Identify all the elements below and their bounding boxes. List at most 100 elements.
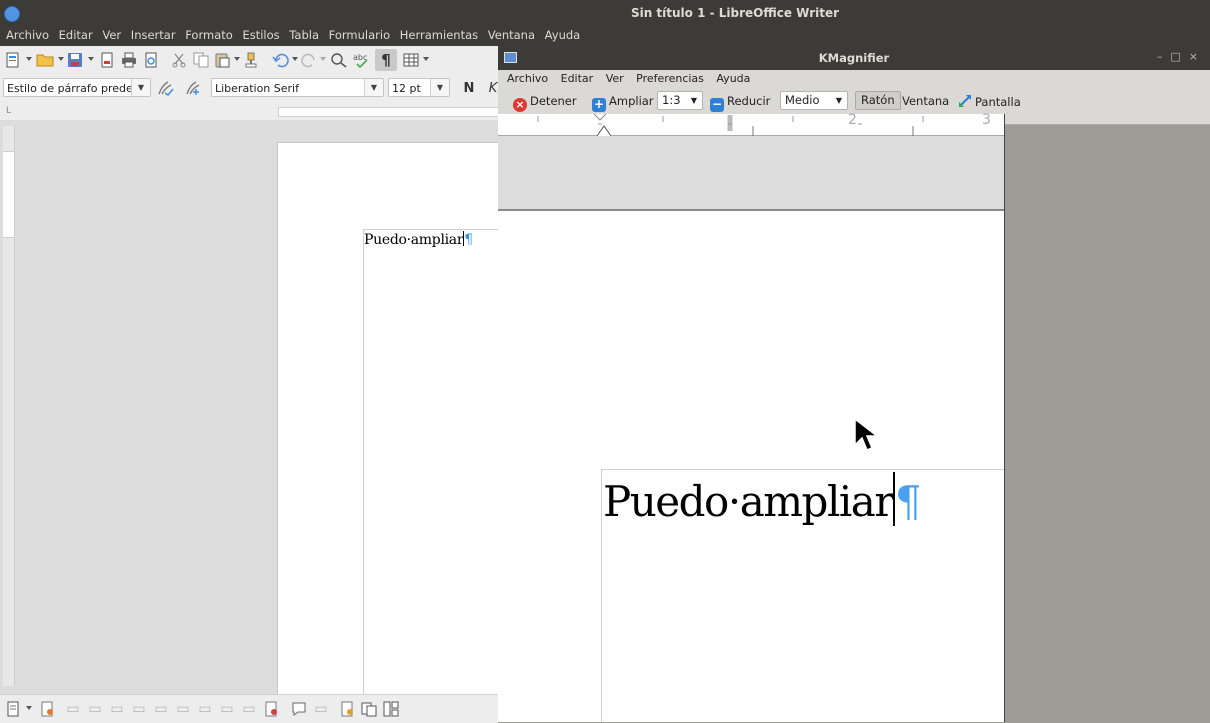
open-folder-icon[interactable] [36,51,54,69]
page-icon[interactable]: ▭ [218,700,236,718]
page-icon[interactable]: ▭ [130,700,148,718]
menu-formato[interactable]: Formato [185,27,233,44]
chevron-down-icon[interactable] [26,57,32,61]
fullscreen-arrows-icon [957,93,973,113]
export-pdf-icon[interactable] [98,51,116,69]
chevron-down-icon[interactable] [58,57,64,61]
mode-screen-button[interactable]: Pantalla [957,93,1021,113]
menu-herramientas[interactable]: Herramientas [400,27,478,44]
chevron-down-icon[interactable] [88,57,94,61]
kmag-menu-ayuda[interactable]: Ayuda [716,70,750,87]
kmag-menu-archivo[interactable]: Archivo [507,70,548,87]
insert-chart-icon[interactable] [360,700,378,718]
chevron-down-icon: ▼ [690,96,697,105]
update-style-icon[interactable] [156,79,174,97]
page-icon[interactable]: ▭ [240,700,258,718]
find-replace-icon[interactable] [330,51,348,69]
insert-frame-icon[interactable] [4,700,22,718]
undo-icon[interactable] [272,51,290,69]
refresh-speed-value: Medio [785,93,820,107]
chevron-down-icon[interactable]: ▼ [364,79,383,96]
print-preview-icon[interactable] [142,51,160,69]
paste-icon[interactable] [213,51,231,69]
menu-ayuda[interactable]: Ayuda [545,27,581,44]
document-text-content: Puedo·ampliar [364,232,464,248]
horizontal-ruler[interactable] [278,107,500,117]
formatting-marks-icon[interactable]: ¶ [375,49,397,71]
insert-page-icon[interactable] [38,700,56,718]
header-icon[interactable]: ▭ [64,700,82,718]
font-size-combo[interactable]: 12 pt ▼ [388,78,450,97]
font-name-combo[interactable]: Liberation Serif ▼ [211,78,384,97]
ruler-label-3: 3 [982,112,991,128]
stop-button[interactable]: × Detener [513,93,577,112]
page-icon[interactable]: ▭ [152,700,170,718]
new-document-icon[interactable] [4,51,22,69]
drawing-toolbar: ▭ ▭ ▭ ▭ ▭ ▭ ▭ ▭ ▭ ▭ [0,694,498,723]
spelling-icon[interactable]: abc [352,51,370,69]
tab-stop-selector[interactable]: L [6,106,11,116]
vertical-ruler[interactable] [3,126,15,686]
writer-formatting-toolbar: Estilo de párrafo predet ▼ Liberation Se… [0,74,498,102]
zoom-level-value: 1:3 [662,93,681,107]
zoom-in-button[interactable]: + Ampliar [592,93,654,112]
magnified-ruler: 2 3 [498,112,1005,137]
menu-insertar[interactable]: Insertar [131,27,176,44]
chevron-down-icon[interactable] [26,706,32,710]
document-text[interactable]: Puedo·ampliar¶ [364,231,473,248]
kmag-menu-editar[interactable]: Editar [561,70,594,87]
writer-window-title: Sin título 1 - LibreOffice Writer [630,6,840,20]
zoom-in-label: Ampliar [609,94,654,108]
paragraph-style-combo[interactable]: Estilo de párrafo predet ▼ [3,78,151,97]
page-icon[interactable]: ▭ [108,700,126,718]
track-changes-icon[interactable]: ▭ [312,700,330,718]
redo-icon[interactable] [300,51,318,69]
kmagnifier-window-title: KMagnifier [818,51,890,65]
menu-formulario[interactable]: Formulario [329,27,390,44]
menu-archivo[interactable]: Archivo [6,27,49,44]
comment-icon[interactable] [290,700,308,718]
mode-window-button[interactable]: Ventana [902,93,949,109]
copy-icon[interactable] [192,51,210,69]
print-icon[interactable] [120,51,138,69]
zoom-level-select[interactable]: 1:3 ▼ [657,91,703,110]
menu-tabla[interactable]: Tabla [289,27,319,44]
chevron-down-icon[interactable] [292,57,298,61]
zoom-out-button[interactable]: − Reducir [710,93,770,112]
chevron-down-icon[interactable] [423,57,429,61]
page-icon[interactable]: ▭ [174,700,192,718]
chevron-down-icon[interactable] [234,57,240,61]
kmagnifier-toolbar-extension [1005,114,1210,125]
minimize-icon[interactable]: – [1157,50,1171,63]
page-icon[interactable]: ▭ [196,700,214,718]
document-page[interactable] [277,142,499,704]
kmag-menu-ver[interactable]: Ver [606,70,624,87]
menu-editar[interactable]: Editar [59,27,93,44]
ruler-label-2: 2 [848,112,857,128]
clone-formatting-icon[interactable] [242,51,260,69]
refresh-speed-select[interactable]: Medio ▼ [780,91,848,110]
save-icon[interactable] [66,51,84,69]
mode-mouse-button[interactable]: Ratón [855,91,901,110]
menu-ventana[interactable]: Ventana [488,27,535,44]
new-style-icon[interactable] [184,79,202,97]
insert-image-icon[interactable] [338,700,356,718]
text-boundary [363,229,498,230]
maximize-icon[interactable]: □ [1170,50,1188,63]
insert-table-icon[interactable] [402,51,420,69]
menu-estilos[interactable]: Estilos [242,27,279,44]
kmag-menu-preferencias[interactable]: Preferencias [636,70,704,87]
chevron-down-icon[interactable]: ▼ [430,79,449,96]
insert-field-icon[interactable] [382,700,400,718]
hyperlink-icon[interactable] [262,700,280,718]
cut-icon[interactable] [170,51,188,69]
close-icon[interactable]: × [1189,50,1206,63]
mouse-pointer-icon [853,417,880,457]
bold-button[interactable]: N [460,79,478,97]
text-boundary [363,229,364,704]
chevron-down-icon[interactable] [320,57,326,61]
kmagnifier-title-bar: KMagnifier –□× [498,46,1210,70]
menu-ver[interactable]: Ver [102,27,121,44]
chevron-down-icon[interactable]: ▼ [131,79,150,96]
footer-icon[interactable]: ▭ [86,700,104,718]
